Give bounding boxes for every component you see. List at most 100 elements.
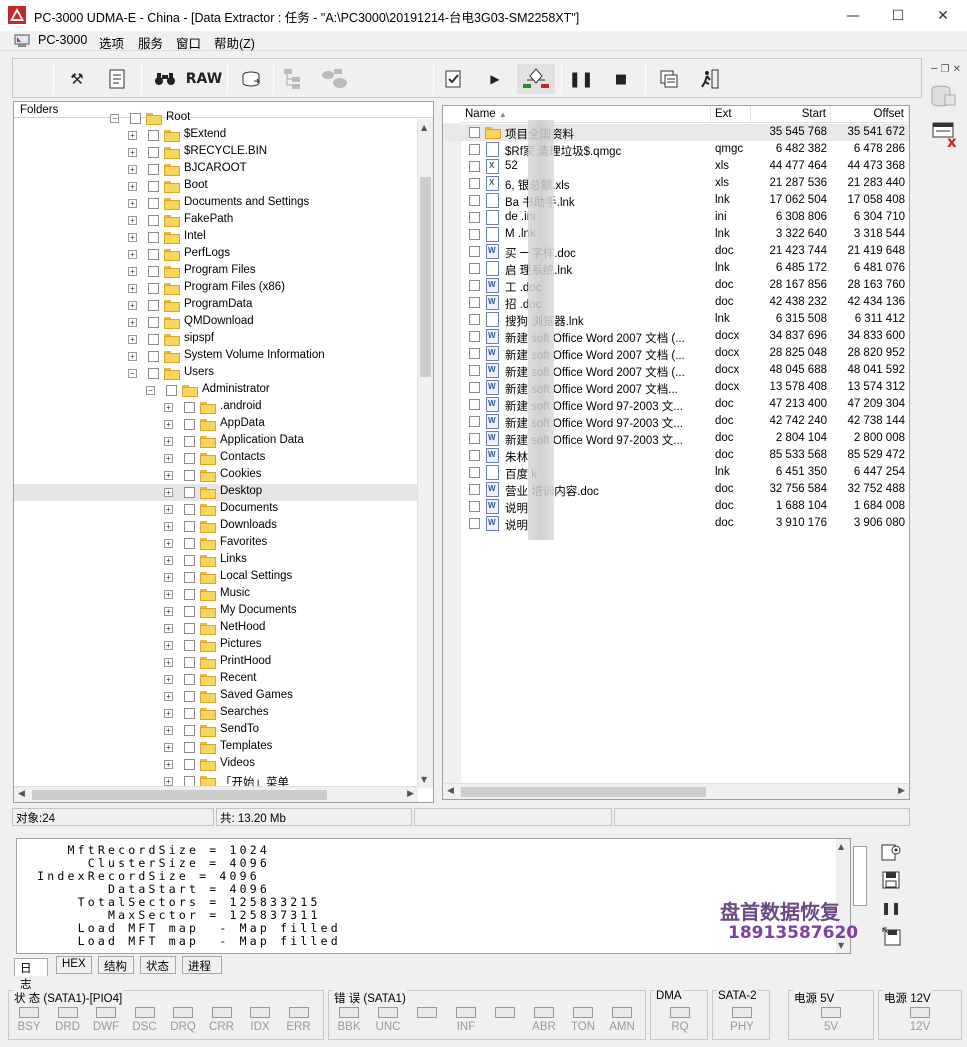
tree-item[interactable]: + Pictures <box>14 637 418 654</box>
tree-item[interactable]: + Cookies <box>14 467 418 484</box>
file-row[interactable]: $Rf家 清理垃圾$.qmgc qmgc 6 482 382 6 478 286 <box>443 141 909 158</box>
expand-plus-icon[interactable]: + <box>128 216 137 225</box>
tree-checkbox[interactable] <box>184 708 195 719</box>
tree-checkbox[interactable] <box>184 538 195 549</box>
tree-item[interactable]: + Program Files (x86) <box>14 280 418 297</box>
expand-plus-icon[interactable]: + <box>164 488 173 497</box>
tree-item[interactable]: + PrintHood <box>14 654 418 671</box>
tab-log[interactable]: 日志 <box>14 958 48 991</box>
collapse-minus-icon[interactable]: − <box>110 114 119 123</box>
expand-plus-icon[interactable]: + <box>128 165 137 174</box>
file-checkbox[interactable] <box>469 246 480 257</box>
tree-checkbox[interactable] <box>148 232 159 243</box>
tree-item[interactable]: + Intel <box>14 229 418 246</box>
expand-plus-icon[interactable]: + <box>164 573 173 582</box>
tree-item[interactable]: + PerfLogs <box>14 246 418 263</box>
file-checkbox[interactable] <box>469 365 480 376</box>
file-row[interactable]: 52xls44 477 46444 473 368 <box>443 158 909 175</box>
tree-checkbox[interactable] <box>184 419 195 430</box>
file-checkbox[interactable] <box>469 518 480 529</box>
mdi-window-controls[interactable]: ─ ❐ ✕ <box>931 64 961 75</box>
log-save-icon[interactable] <box>878 868 904 892</box>
tree-checkbox[interactable] <box>148 164 159 175</box>
tree-checkbox[interactable] <box>166 385 177 396</box>
check-task-icon[interactable] <box>437 64 469 94</box>
scroll-document-icon[interactable] <box>101 64 133 94</box>
tree-checkbox[interactable] <box>148 266 159 277</box>
file-checkbox[interactable] <box>469 399 480 410</box>
tree-checkbox[interactable] <box>184 691 195 702</box>
tree-item[interactable]: + Downloads <box>14 518 418 535</box>
expand-plus-icon[interactable]: + <box>164 556 173 565</box>
tree-item[interactable]: − Root <box>14 110 418 127</box>
files-horizontal-scrollbar[interactable]: ◀ ▶ <box>443 783 909 799</box>
expand-plus-icon[interactable]: + <box>164 692 173 701</box>
tree-item[interactable]: + NetHood <box>14 620 418 637</box>
tree-item[interactable]: + Program Files <box>14 263 418 280</box>
collapse-minus-icon[interactable]: − <box>146 386 155 395</box>
tree-checkbox[interactable] <box>148 249 159 260</box>
tree-checkbox[interactable] <box>130 113 141 124</box>
file-row[interactable]: 启 理系统.lnklnk6 485 1726 481 076 <box>443 260 909 277</box>
expand-plus-icon[interactable]: + <box>128 301 137 310</box>
expand-plus-icon[interactable]: + <box>164 726 173 735</box>
tree-checkbox[interactable] <box>184 555 195 566</box>
tree-checkbox[interactable] <box>148 147 159 158</box>
tree-item[interactable]: + $Extend <box>14 127 418 144</box>
tree-checkbox[interactable] <box>184 674 195 685</box>
tree-checkbox[interactable] <box>148 334 159 345</box>
tree-checkbox[interactable] <box>184 759 195 770</box>
menu-pc3000[interactable]: PC-3000 <box>38 33 87 47</box>
tree-item[interactable]: + $RECYCLE.BIN <box>14 144 418 161</box>
expand-plus-icon[interactable]: + <box>164 437 173 446</box>
tree-item[interactable]: + SendTo <box>14 722 418 739</box>
tab-status[interactable]: 状态 <box>140 956 176 974</box>
tree-checkbox[interactable] <box>184 470 195 481</box>
tree-checkbox[interactable] <box>184 623 195 634</box>
file-row[interactable]: 6, 银总额.xlsxls21 287 53621 283 440 <box>443 175 909 192</box>
tree-item[interactable]: − Users <box>14 365 418 382</box>
expand-plus-icon[interactable]: + <box>164 403 173 412</box>
log-pause-icon[interactable]: ❚❚ <box>878 896 904 920</box>
file-checkbox[interactable] <box>469 263 480 274</box>
tree-structure-icon[interactable] <box>279 64 311 94</box>
file-row[interactable]: 搜狗 浏览器.lnk lnk 6 315 508 6 311 412 <box>443 311 909 328</box>
tree-item[interactable]: + Videos <box>14 756 418 773</box>
tree-item[interactable]: + Application Data <box>14 433 418 450</box>
tree-checkbox[interactable] <box>184 640 195 651</box>
menu-options[interactable]: 选项 <box>99 33 124 52</box>
file-checkbox[interactable] <box>469 433 480 444</box>
tree-checkbox[interactable] <box>148 283 159 294</box>
file-row[interactable]: 说明doc1 688 1041 684 008 <box>443 498 909 515</box>
file-row[interactable]: 营业 培训内容.docdoc32 756 58432 752 488 <box>443 481 909 498</box>
tree-item[interactable]: + ProgramData <box>14 297 418 314</box>
tree-item[interactable]: − Administrator <box>14 382 418 399</box>
database-icon[interactable] <box>929 81 959 111</box>
maximize-button[interactable]: ☐ <box>875 0 921 31</box>
tree-checkbox[interactable] <box>184 436 195 447</box>
tree-item[interactable]: + Searches <box>14 705 418 722</box>
tree-item[interactable]: + QMDownload <box>14 314 418 331</box>
expand-plus-icon[interactable]: + <box>164 522 173 531</box>
tree-checkbox[interactable] <box>184 402 195 413</box>
expand-plus-icon[interactable]: + <box>164 454 173 463</box>
menu-help[interactable]: 帮助(Z) <box>214 33 255 52</box>
expand-plus-icon[interactable]: + <box>128 250 137 259</box>
file-checkbox[interactable] <box>469 127 480 138</box>
file-checkbox[interactable] <box>469 161 480 172</box>
tree-item[interactable]: + sipspf <box>14 331 418 348</box>
close-task-icon[interactable]: x <box>931 119 961 151</box>
file-row[interactable]: 新建 soft Office Word 97-2003 文...doc2 804… <box>443 430 909 447</box>
file-checkbox[interactable] <box>469 297 480 308</box>
tree-checkbox[interactable] <box>148 130 159 141</box>
file-checkbox[interactable] <box>469 280 480 291</box>
file-row[interactable]: M .lnk lnk 3 322 640 3 318 544 <box>443 226 909 243</box>
log-save-as-icon[interactable] <box>878 924 904 948</box>
tree-item[interactable]: + System Volume Information <box>14 348 418 365</box>
file-checkbox[interactable] <box>469 314 480 325</box>
file-checkbox[interactable] <box>469 212 480 223</box>
folders-vertical-scrollbar[interactable]: ▲ ▼ <box>417 119 433 788</box>
file-row[interactable]: 百度 k lnk 6 451 350 6 447 254 <box>443 464 909 481</box>
expand-plus-icon[interactable]: + <box>128 131 137 140</box>
file-row[interactable]: 新建 soft Office Word 97-2003 文...doc47 21… <box>443 396 909 413</box>
